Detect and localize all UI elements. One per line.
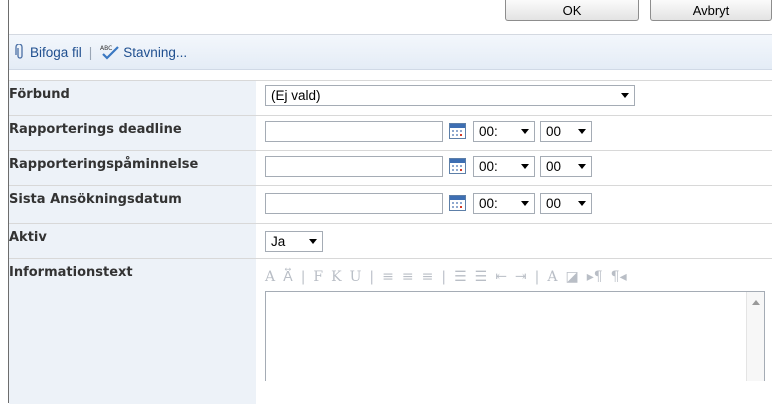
row-last-date: Sista Ansökningsdatum 00: 00 bbox=[9, 185, 772, 224]
row-deadline: Rapporterings deadline 00: 00 bbox=[9, 115, 772, 151]
row-informationstext: Informationstext A A⃡ | F K U | ≡ ≡ ≡ | ☰ ☰ ⇤ ⇥ | A ◪ ▸¶ ¶◂ bbox=[9, 258, 772, 404]
reminder-minute-select[interactable]: 00 bbox=[540, 156, 592, 177]
deadline-minute-select[interactable]: 00 bbox=[540, 121, 592, 142]
spelling-button[interactable]: ABC Stavning... bbox=[99, 43, 187, 61]
ribbon-toolbar: Bifoga fil | ABC Stavning... bbox=[9, 35, 772, 70]
align-center-icon[interactable]: ≡ bbox=[402, 269, 414, 285]
font-color-icon[interactable]: A bbox=[547, 269, 557, 285]
calendar-icon[interactable] bbox=[449, 158, 466, 174]
align-right-icon[interactable]: ≡ bbox=[422, 269, 434, 285]
editor-scrollbar[interactable] bbox=[746, 292, 764, 381]
dialog-button-bar: OK Avbryt bbox=[9, 0, 772, 35]
calendar-icon[interactable] bbox=[449, 195, 466, 211]
separator: | bbox=[369, 269, 375, 285]
reminder-date-input[interactable] bbox=[265, 156, 443, 177]
last-date-input[interactable] bbox=[265, 193, 443, 214]
field-label: Informationstext bbox=[9, 259, 256, 404]
deadline-hour-select[interactable]: 00: bbox=[473, 121, 535, 142]
row-reminder: Rapporteringspåminnelse 00: 00 bbox=[9, 150, 772, 186]
underline-icon[interactable]: U bbox=[350, 269, 362, 285]
reminder-hour-select[interactable]: 00: bbox=[473, 156, 535, 177]
paperclip-icon bbox=[15, 43, 25, 60]
indent-icon[interactable]: ⇥ bbox=[515, 269, 527, 285]
toolbar-separator: | bbox=[88, 44, 93, 60]
hour-value: 00: bbox=[479, 124, 498, 139]
bullet-list-icon[interactable]: ☰ bbox=[475, 269, 488, 285]
minute-value: 00 bbox=[546, 124, 562, 139]
last-date-hour-select[interactable]: 00: bbox=[473, 193, 535, 214]
row-forbund: Förbund (Ej vald) bbox=[9, 80, 772, 116]
outdent-icon[interactable]: ⇤ bbox=[495, 269, 507, 285]
aktiv-select[interactable]: Ja bbox=[265, 231, 323, 252]
deadline-date-input[interactable] bbox=[265, 121, 443, 142]
field-label: Förbund bbox=[9, 81, 256, 116]
field-label: Aktiv bbox=[9, 224, 256, 259]
attach-file-button[interactable]: Bifoga fil bbox=[15, 43, 82, 60]
separator: | bbox=[534, 269, 540, 285]
last-date-minute-select[interactable]: 00 bbox=[540, 193, 592, 214]
attach-file-label: Bifoga fil bbox=[30, 44, 82, 60]
hour-value: 00: bbox=[479, 196, 498, 211]
minute-value: 00 bbox=[546, 159, 562, 174]
separator: | bbox=[300, 269, 306, 285]
ok-button[interactable]: OK bbox=[505, 0, 639, 21]
chevron-down-icon bbox=[521, 129, 529, 134]
font-size-alt-icon[interactable]: A⃡ bbox=[283, 269, 293, 285]
chevron-down-icon bbox=[578, 164, 586, 169]
field-label: Rapporterings deadline bbox=[9, 116, 256, 151]
font-size-icon[interactable]: A bbox=[265, 269, 275, 285]
forbund-select[interactable]: (Ej vald) bbox=[265, 85, 635, 106]
chevron-down-icon bbox=[578, 201, 586, 206]
spelling-label: Stavning... bbox=[123, 44, 188, 60]
align-left-icon[interactable]: ≡ bbox=[382, 269, 394, 285]
chevron-down-icon bbox=[521, 164, 529, 169]
bold-icon[interactable]: F bbox=[313, 269, 323, 285]
forbund-value: (Ej vald) bbox=[271, 88, 321, 103]
svg-text:ABC: ABC bbox=[100, 45, 112, 52]
ltr-icon[interactable]: ▸¶ bbox=[587, 269, 603, 285]
scroll-up-icon[interactable] bbox=[752, 300, 760, 305]
chevron-down-icon bbox=[578, 129, 586, 134]
minute-value: 00 bbox=[546, 196, 562, 211]
rtl-icon[interactable]: ¶◂ bbox=[611, 269, 627, 285]
field-label: Sista Ansökningsdatum bbox=[9, 186, 256, 224]
rich-text-toolbar: A A⃡ | F K U | ≡ ≡ ≡ | ☰ ☰ ⇤ ⇥ | A ◪ ▸¶ ¶◂ bbox=[265, 265, 765, 289]
row-aktiv: Aktiv Ja bbox=[9, 223, 772, 259]
chevron-down-icon bbox=[521, 201, 529, 206]
spellcheck-icon: ABC bbox=[99, 43, 121, 61]
separator: | bbox=[441, 269, 447, 285]
highlight-icon[interactable]: ◪ bbox=[566, 269, 579, 285]
field-label: Rapporteringspåminnelse bbox=[9, 151, 256, 186]
information-text-editor[interactable] bbox=[265, 291, 765, 381]
aktiv-value: Ja bbox=[271, 234, 286, 249]
numbered-list-icon[interactable]: ☰ bbox=[454, 269, 467, 285]
chevron-down-icon bbox=[309, 239, 317, 244]
calendar-icon[interactable] bbox=[449, 123, 466, 139]
italic-icon[interactable]: K bbox=[331, 269, 341, 285]
chevron-down-icon bbox=[621, 93, 629, 98]
hour-value: 00: bbox=[479, 159, 498, 174]
cancel-button[interactable]: Avbryt bbox=[650, 0, 772, 21]
